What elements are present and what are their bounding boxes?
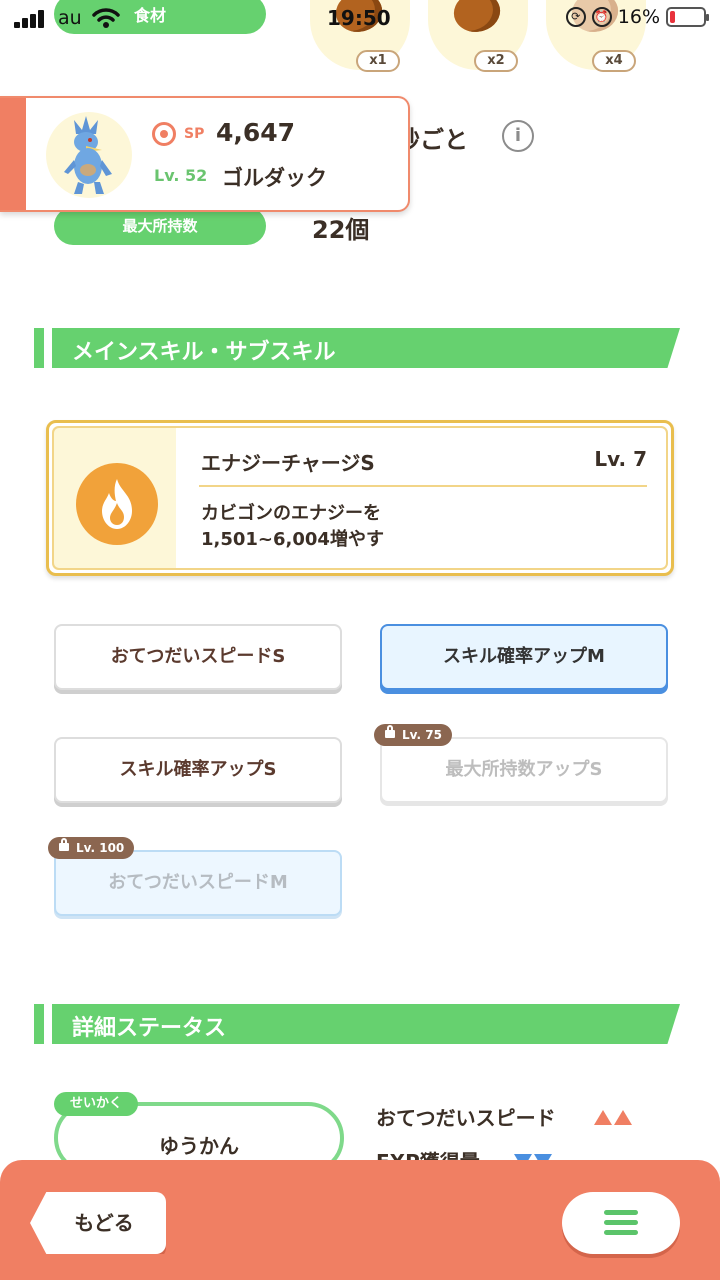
- nature-tag: せいかく: [54, 1092, 139, 1116]
- info-button[interactable]: i: [502, 120, 534, 152]
- sub-skill-button-selected[interactable]: スキル確率アップM: [380, 624, 668, 690]
- ingredient-count: x2: [474, 50, 518, 72]
- back-button[interactable]: もどる: [30, 1192, 166, 1254]
- divider: [199, 485, 647, 487]
- status-bar: au 19:50 ⟳ ⏰ 16%: [0, 0, 720, 40]
- main-skill-card[interactable]: エナジーチャージS Lv. 7 カビゴンのエナジーを 1,501~6,004増や…: [46, 420, 674, 576]
- alarm-icon: ⏰: [591, 7, 612, 27]
- unlock-level-badge: Lv. 100: [48, 837, 135, 859]
- wifi-icon: [92, 8, 120, 28]
- max-carry-value: 22個: [312, 216, 370, 244]
- pokemon-level: Lv. 52: [154, 166, 208, 185]
- sp-icon: [152, 122, 176, 146]
- carrier-name: au: [58, 7, 82, 29]
- pokemon-avatar: [46, 112, 132, 198]
- main-skill-level: Lv. 7: [594, 447, 647, 471]
- ingredient-count: x4: [592, 50, 636, 72]
- section-header-skills: メインスキル・サブスキル: [34, 328, 684, 368]
- sp-label: SP: [184, 126, 205, 142]
- sub-skill-button-locked[interactable]: おてつだいスピードM: [54, 850, 342, 916]
- rotation-lock-icon: ⟳: [565, 7, 586, 27]
- lock-icon: [385, 725, 395, 738]
- main-skill-description: カビゴンのエナジーを 1,501~6,004増やす: [201, 503, 384, 550]
- main-skill-name: エナジーチャージS: [201, 451, 375, 475]
- nature-effect-up: おてつだいスピード: [376, 1102, 632, 1131]
- lock-icon: [59, 838, 69, 851]
- sub-skill-button-locked[interactable]: 最大所持数アップS: [380, 737, 668, 803]
- pokemon-card[interactable]: SP 4,647 Lv. 52 ゴルダック: [0, 96, 410, 212]
- increase-icon: [593, 1110, 612, 1125]
- fire-icon: [76, 463, 158, 545]
- section-title: メインスキル・サブスキル: [72, 340, 336, 365]
- nature-effect-label: おてつだいスピード: [376, 1106, 556, 1130]
- menu-button[interactable]: [562, 1192, 680, 1254]
- increase-icon: [613, 1110, 632, 1125]
- ingredient-count: x1: [356, 50, 400, 72]
- max-carry-label: 最大所持数: [54, 207, 266, 245]
- signal-icon: [14, 10, 46, 28]
- battery-icon: [666, 7, 709, 27]
- sp-value: 4,647: [216, 118, 296, 147]
- clock: 19:50: [327, 6, 391, 30]
- sub-skill-button[interactable]: おてつだいスピードS: [54, 624, 342, 690]
- unlock-level-badge: Lv. 75: [374, 724, 452, 746]
- pokemon-name: ゴルダック: [222, 166, 327, 190]
- section-header-status: 詳細ステータス: [34, 1004, 684, 1044]
- battery-percent: 16%: [617, 6, 660, 28]
- nature-value: ゆうかん: [159, 1134, 239, 1158]
- sub-skill-button[interactable]: スキル確率アップS: [54, 737, 342, 803]
- section-title: 詳細ステータス: [72, 1016, 227, 1041]
